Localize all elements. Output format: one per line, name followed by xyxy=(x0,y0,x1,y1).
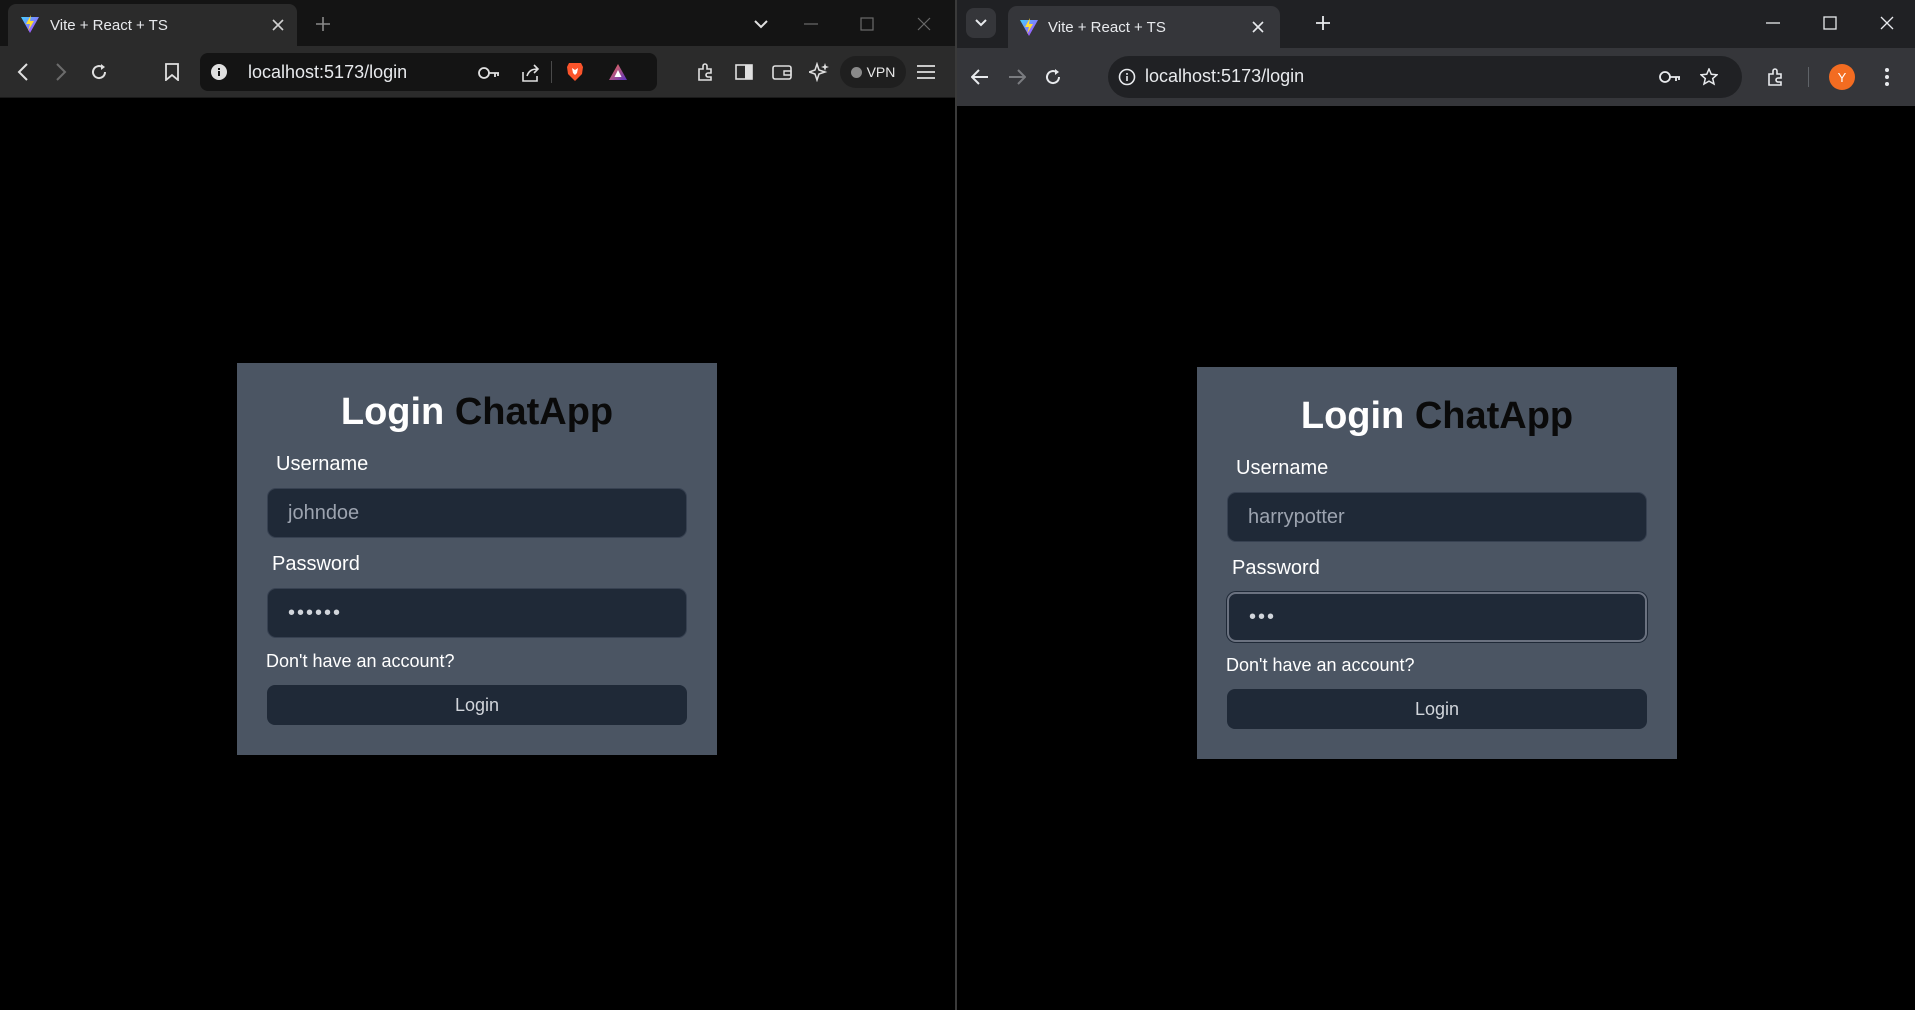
password-label: Password xyxy=(1232,557,1320,579)
active-tab[interactable]: Vite + React + TS xyxy=(1008,6,1280,48)
tab-strip: Vite + React + TS xyxy=(957,0,1915,48)
username-label: Username xyxy=(276,453,369,475)
tab-title: Vite + React + TS xyxy=(50,17,168,34)
bookmark-star-icon[interactable] xyxy=(1699,67,1719,87)
login-heading-text: Login xyxy=(340,391,445,433)
close-window-icon[interactable] xyxy=(1876,12,1898,34)
brave-shields-icon[interactable] xyxy=(564,61,586,83)
login-heading: Login ChatApp xyxy=(1197,395,1677,438)
menu-icon[interactable] xyxy=(915,61,937,83)
maximize-icon[interactable] xyxy=(856,13,878,35)
username-input[interactable]: johndoe xyxy=(267,488,687,538)
close-window-icon[interactable] xyxy=(913,13,935,35)
forward-icon[interactable] xyxy=(1006,66,1028,88)
address-bar[interactable]: localhost:5173/login xyxy=(200,53,657,91)
url-text: localhost:5173/login xyxy=(248,62,408,82)
back-icon[interactable] xyxy=(969,66,991,88)
login-button[interactable]: Login xyxy=(1227,689,1647,729)
maximize-icon[interactable] xyxy=(1819,12,1841,34)
password-input[interactable]: ••• xyxy=(1227,592,1647,642)
close-tab-icon[interactable] xyxy=(1248,17,1268,37)
brand-name: ChatApp xyxy=(454,391,614,433)
chrome-window: Vite + React + TS localhost:5173/login Y… xyxy=(957,0,1915,1010)
key-icon[interactable] xyxy=(478,62,500,84)
vite-favicon-icon xyxy=(1020,18,1038,36)
toolbar: localhost:5173/login Y xyxy=(957,48,1915,106)
brave-window: Vite + React + TS localhost:5173/login V… xyxy=(0,0,955,1010)
wallet-icon[interactable] xyxy=(771,61,793,83)
tab-title: Vite + React + TS xyxy=(1048,19,1166,36)
vite-favicon-icon xyxy=(21,15,39,33)
username-input[interactable]: harrypotter xyxy=(1227,492,1647,542)
bookmark-icon[interactable] xyxy=(161,61,183,83)
tab-search-chevron-icon[interactable] xyxy=(750,13,772,35)
new-tab-icon[interactable] xyxy=(1312,12,1334,34)
login-card: Login ChatApp Username harrypotter Passw… xyxy=(1197,367,1677,759)
site-info-icon[interactable] xyxy=(1117,67,1137,87)
close-tab-icon[interactable] xyxy=(268,15,288,35)
omni-separator xyxy=(551,61,552,83)
active-tab[interactable]: Vite + React + TS xyxy=(8,4,297,46)
share-icon[interactable] xyxy=(520,62,542,84)
url-text: localhost:5173/login xyxy=(1145,66,1305,86)
extensions-icon[interactable] xyxy=(695,61,717,83)
reload-icon[interactable] xyxy=(1042,66,1064,88)
password-label: Password xyxy=(272,553,360,575)
toolbar-separator xyxy=(1808,67,1809,87)
key-icon[interactable] xyxy=(1659,67,1681,87)
sidebar-icon[interactable] xyxy=(733,61,755,83)
brave-rewards-icon[interactable] xyxy=(607,61,629,83)
forward-icon[interactable] xyxy=(50,61,72,83)
toolbar: localhost:5173/login VPN xyxy=(0,46,955,98)
reload-icon[interactable] xyxy=(88,61,110,83)
address-bar[interactable]: localhost:5173/login xyxy=(1108,56,1742,98)
extensions-icon[interactable] xyxy=(1765,66,1787,88)
site-info-icon[interactable] xyxy=(210,63,228,81)
profile-avatar[interactable]: Y xyxy=(1829,64,1855,90)
menu-icon[interactable] xyxy=(1876,66,1898,88)
tab-strip: Vite + React + TS xyxy=(0,0,955,46)
new-tab-icon[interactable] xyxy=(312,13,334,35)
password-mask: ••• xyxy=(1249,605,1277,628)
signup-link[interactable]: Don't have an account? xyxy=(1226,655,1415,676)
login-card: Login ChatApp Username johndoe Password … xyxy=(237,363,717,755)
tab-search-icon[interactable] xyxy=(966,8,996,38)
password-mask: •••••• xyxy=(288,601,343,624)
login-heading: Login ChatApp xyxy=(237,391,717,434)
login-heading-text: Login xyxy=(1300,395,1405,437)
password-input[interactable]: •••••• xyxy=(267,588,687,638)
leo-ai-icon[interactable] xyxy=(808,61,830,83)
back-icon[interactable] xyxy=(12,61,34,83)
minimize-icon[interactable] xyxy=(1762,12,1784,34)
vpn-status-icon xyxy=(850,66,862,78)
login-button[interactable]: Login xyxy=(267,685,687,725)
minimize-icon[interactable] xyxy=(800,13,822,35)
vpn-label: VPN xyxy=(866,64,896,80)
username-label: Username xyxy=(1236,457,1329,479)
brand-name: ChatApp xyxy=(1414,395,1574,437)
signup-link[interactable]: Don't have an account? xyxy=(266,651,455,672)
vpn-button[interactable]: VPN xyxy=(840,56,906,88)
